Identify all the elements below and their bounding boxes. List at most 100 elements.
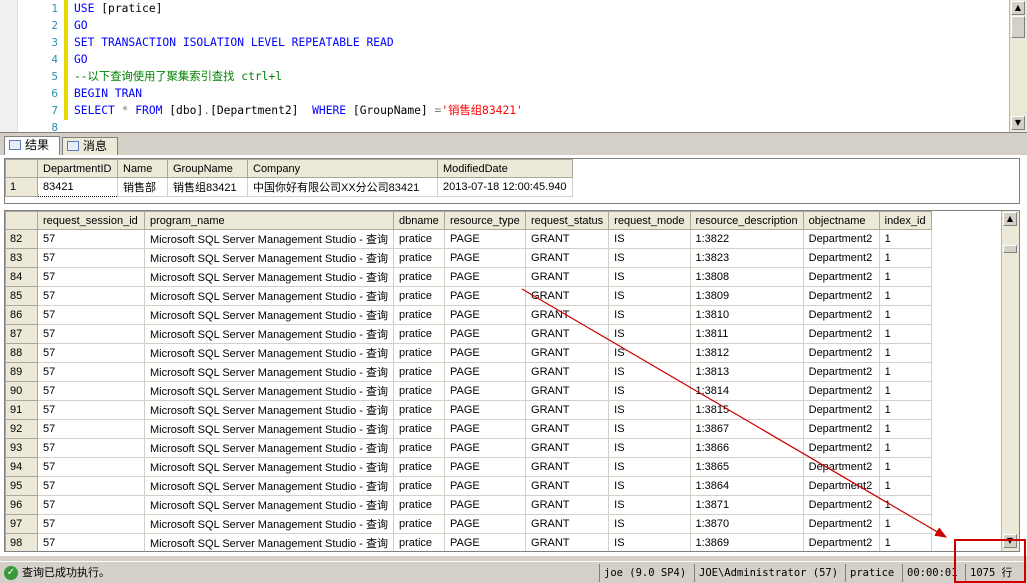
table-cell[interactable]: GRANT — [525, 419, 610, 439]
table-cell[interactable]: 1 — [878, 286, 932, 306]
tab-messages[interactable]: 消息 — [62, 137, 118, 155]
table-cell[interactable]: pratice — [393, 324, 446, 344]
table-cell[interactable]: 57 — [37, 381, 145, 401]
table-cell[interactable]: PAGE — [444, 248, 527, 268]
table-cell[interactable]: PAGE — [444, 381, 527, 401]
grid-corner[interactable] — [5, 159, 38, 178]
table-cell[interactable]: GRANT — [525, 324, 610, 344]
table-cell[interactable]: 1 — [878, 324, 932, 344]
table-cell[interactable]: Microsoft SQL Server Management Studio -… — [143, 248, 395, 268]
table-cell[interactable]: pratice — [393, 305, 446, 325]
column-header[interactable]: ModifiedDate — [437, 159, 573, 178]
row-number[interactable]: 96 — [5, 495, 38, 515]
code-line[interactable]: GO — [74, 51, 88, 68]
table-cell[interactable]: 2013-07-18 12:00:45.940 — [437, 177, 573, 197]
table-cell[interactable]: Department2 — [802, 457, 880, 477]
table-cell[interactable]: 57 — [37, 286, 145, 306]
table-row[interactable]: 97 57 Microsoft SQL Server Management Stud… — [5, 514, 932, 534]
table-cell[interactable]: Department2 — [802, 400, 880, 420]
row-number[interactable]: 91 — [5, 400, 38, 420]
table-cell[interactable]: Microsoft SQL Server Management Studio -… — [143, 324, 395, 344]
table-cell[interactable]: 1:3814 — [689, 381, 804, 401]
table-row[interactable]: 96 57 Microsoft SQL Server Management Stud… — [5, 495, 932, 515]
row-number[interactable]: 85 — [5, 286, 38, 306]
column-header[interactable]: DepartmentID — [37, 159, 118, 178]
table-cell[interactable]: 1:3866 — [689, 438, 804, 458]
table-cell[interactable]: GRANT — [525, 248, 610, 268]
table-cell[interactable]: 1:3867 — [689, 419, 804, 439]
table-cell[interactable]: GRANT — [525, 229, 610, 249]
code-line[interactable]: GO — [74, 17, 88, 34]
table-cell[interactable]: IS — [608, 286, 691, 306]
table-cell[interactable]: PAGE — [444, 495, 527, 515]
table-cell[interactable]: PAGE — [444, 267, 527, 287]
table-row[interactable]: 95 57 Microsoft SQL Server Management Stud… — [5, 476, 932, 496]
table-cell[interactable]: 1:3811 — [689, 324, 804, 344]
table-cell[interactable]: 1:3822 — [689, 229, 804, 249]
table-cell[interactable]: IS — [608, 324, 691, 344]
table-row[interactable]: 98 57 Microsoft SQL Server Management Stud… — [5, 533, 932, 551]
table-cell[interactable]: GRANT — [525, 495, 610, 515]
result-table-2[interactable]: request_session_id program_name dbname reso… — [5, 211, 932, 551]
table-cell[interactable]: 1 — [878, 495, 932, 515]
table-cell[interactable]: Microsoft SQL Server Management Studio -… — [143, 400, 395, 420]
code-line[interactable]: SET TRANSACTION ISOLATION LEVEL REPEATAB… — [74, 34, 394, 51]
table-cell[interactable]: Department2 — [802, 419, 880, 439]
table-cell[interactable]: GRANT — [525, 381, 610, 401]
table-cell[interactable]: GRANT — [525, 476, 610, 496]
table-cell[interactable]: Microsoft SQL Server Management Studio -… — [143, 343, 395, 363]
table-row[interactable]: 82 57 Microsoft SQL Server Management Stud… — [5, 229, 932, 249]
grid-corner[interactable] — [5, 211, 38, 230]
column-header[interactable]: program_name — [143, 211, 395, 230]
table-cell[interactable]: Microsoft SQL Server Management Studio -… — [143, 267, 395, 287]
table-cell[interactable]: 1:3810 — [689, 305, 804, 325]
table-cell[interactable]: GRANT — [525, 533, 610, 551]
table-cell[interactable]: 57 — [37, 533, 145, 551]
table-cell[interactable]: IS — [608, 419, 691, 439]
table-row[interactable]: 87 57 Microsoft SQL Server Management Stud… — [5, 324, 932, 344]
table-cell[interactable]: Department2 — [802, 476, 880, 496]
table-cell[interactable]: Microsoft SQL Server Management Studio -… — [143, 286, 395, 306]
table-cell[interactable]: Department2 — [802, 324, 880, 344]
table-cell[interactable]: 1 — [878, 343, 932, 363]
table-cell[interactable]: GRANT — [525, 362, 610, 382]
scroll-down-icon[interactable]: ▼ — [1003, 534, 1017, 548]
row-number[interactable]: 90 — [5, 381, 38, 401]
table-cell[interactable]: IS — [608, 381, 691, 401]
table-cell[interactable]: 销售组83421 — [167, 177, 248, 197]
table-cell[interactable]: PAGE — [444, 305, 527, 325]
table-cell[interactable]: Microsoft SQL Server Management Studio -… — [143, 495, 395, 515]
table-cell[interactable]: 销售部 — [117, 177, 168, 197]
table-cell[interactable]: 57 — [37, 495, 145, 515]
table-row[interactable]: 88 57 Microsoft SQL Server Management Stud… — [5, 343, 932, 363]
table-cell[interactable]: 1 — [878, 457, 932, 477]
table-cell[interactable]: Microsoft SQL Server Management Studio -… — [143, 457, 395, 477]
table-cell[interactable]: Microsoft SQL Server Management Studio -… — [143, 229, 395, 249]
table-cell[interactable]: Department2 — [802, 286, 880, 306]
table-cell[interactable]: IS — [608, 495, 691, 515]
table-cell[interactable]: 1:3808 — [689, 267, 804, 287]
table-cell[interactable]: 57 — [37, 514, 145, 534]
table-cell[interactable]: GRANT — [525, 457, 610, 477]
table-cell[interactable]: Department2 — [802, 438, 880, 458]
result-grid-2[interactable]: request_session_id program_name dbname reso… — [4, 210, 1020, 552]
table-cell[interactable]: PAGE — [444, 533, 527, 551]
table-cell[interactable]: IS — [608, 229, 691, 249]
scroll-up-icon[interactable]: ▲ — [1003, 212, 1017, 226]
table-cell[interactable]: pratice — [393, 267, 446, 287]
table-row[interactable]: 85 57 Microsoft SQL Server Management Stud… — [5, 286, 932, 306]
row-number[interactable]: 84 — [5, 267, 38, 287]
table-cell[interactable]: Microsoft SQL Server Management Studio -… — [143, 419, 395, 439]
result-table-1[interactable]: DepartmentID Name GroupName Company Modified… — [5, 159, 573, 197]
table-cell[interactable]: 1:3815 — [689, 400, 804, 420]
table-cell[interactable]: GRANT — [525, 438, 610, 458]
table-cell[interactable]: pratice — [393, 457, 446, 477]
table-cell[interactable]: GRANT — [525, 286, 610, 306]
table-cell[interactable]: 1 — [878, 381, 932, 401]
table-cell[interactable]: 57 — [37, 362, 145, 382]
table-cell[interactable]: 1 — [878, 305, 932, 325]
table-cell[interactable]: IS — [608, 362, 691, 382]
scroll-thumb[interactable] — [1011, 16, 1025, 38]
table-cell[interactable]: PAGE — [444, 362, 527, 382]
column-header[interactable]: resource_description — [689, 211, 804, 230]
